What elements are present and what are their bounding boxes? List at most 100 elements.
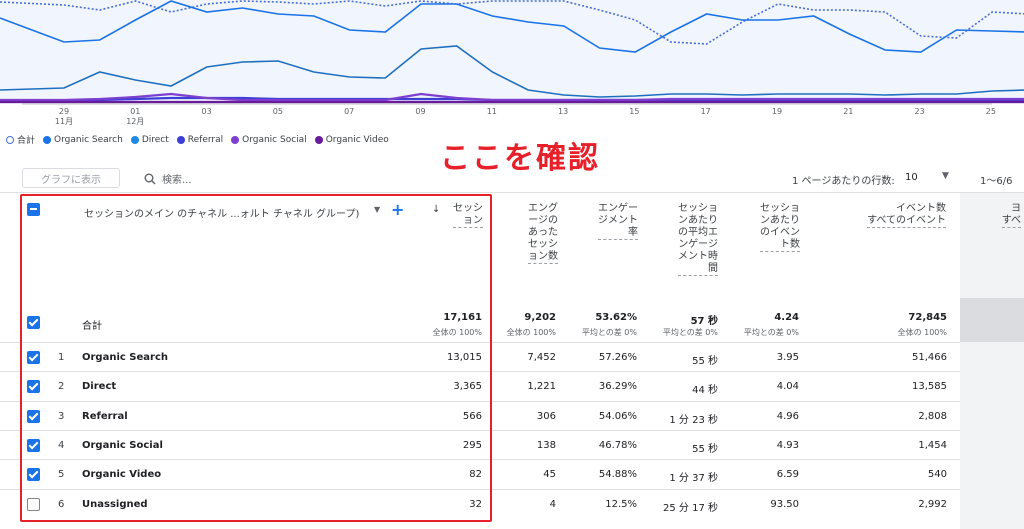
chart-svg: 2911月 0112月 03 05 07 09 11 13 15 17 19 21 23 25: [0, 0, 1024, 126]
table-row[interactable]: 3 Referral 566 306 54.06% 1 分 23 秒 4.96 2,808: [0, 400, 960, 430]
row-rank: 5: [58, 469, 65, 481]
cell-event-count: 2,992: [918, 498, 947, 510]
legend-label: Organic Video: [325, 134, 389, 145]
table-header: セッションのメイン のチャネル ...ォルト チャネル グループ) ▼ + ↓ …: [0, 192, 1024, 298]
search-icon: [144, 173, 156, 184]
legend-item[interactable]: Referral: [176, 133, 224, 146]
legend-dot-icon: [314, 135, 323, 144]
legend-item[interactable]: Organic Social: [231, 133, 307, 146]
header-engagement-rate[interactable]: エンゲー ジメント 率: [580, 203, 638, 240]
cell-events-per-session: 6.59: [776, 469, 799, 481]
x-tick-label: 05: [273, 107, 283, 116]
legend-item[interactable]: Organic Video: [314, 133, 389, 146]
x-tick-label: 21: [843, 107, 853, 116]
cell-avg-engagement-time: 55 秒: [692, 443, 718, 455]
table-row[interactable]: 5 Organic Video 82 45 54.88% 1 分 37 秒 6.59 540: [0, 459, 960, 488]
total-events-per-session: 4.24: [774, 312, 799, 323]
legend-label: Direct: [141, 134, 169, 145]
pagination-label: 1〜6/6: [980, 176, 1013, 187]
cell-event-count: 540: [927, 469, 947, 481]
total-events-per-session-sub: 平均との差 0%: [743, 328, 799, 337]
table-row[interactable]: 2 Direct 3,365 1,221 36.29% 44 秒 4.04 13,585: [0, 371, 960, 400]
x-tick-month-label: 12月: [126, 117, 144, 126]
legend-label: Organic Social: [242, 134, 307, 145]
cell-events-per-session: 4.93: [776, 439, 799, 451]
total-sessions-sub: 全体の 100%: [432, 328, 482, 337]
header-engaged-sessions[interactable]: エング ージの あった セッシ ョン数: [510, 203, 558, 264]
table-toolbar: グラフに表示 検索... 1 ページあたりの行数: 10 ▼ 1〜6/6: [0, 168, 1024, 190]
total-label: 合計: [82, 321, 102, 332]
row-rank: 4: [58, 439, 65, 451]
table-row[interactable]: 6 Unassigned 32 4 12.5% 25 分 17 秒 93.50 2,992: [0, 488, 960, 518]
legend-label: Referral: [187, 134, 224, 145]
row-channel-name[interactable]: Referral: [82, 411, 128, 422]
add-dimension-icon[interactable]: +: [391, 200, 404, 219]
chart-background: [0, 0, 1024, 104]
header-avg-engagement-time[interactable]: セッショ ンあたり の平均エ ンゲージ メント時 間: [660, 203, 718, 276]
rows-per-page-select[interactable]: 10: [905, 172, 918, 183]
header-event-count[interactable]: イベント数 すべてのイベント: [826, 203, 946, 228]
row-checkbox[interactable]: [27, 409, 40, 423]
cell-avg-engagement-time: 1 分 37 秒: [669, 473, 718, 485]
cell-sessions: 13,015: [447, 352, 482, 363]
row-rank: 1: [58, 352, 65, 363]
row-checkbox[interactable]: [27, 380, 40, 394]
row-channel-name[interactable]: Organic Search: [82, 352, 168, 363]
show-in-graph-button[interactable]: グラフに表示: [22, 168, 120, 188]
x-tick-label: 09: [415, 107, 425, 116]
table-row[interactable]: 1 Organic Search 13,015 7,452 57.26% 55 秒 3.95…: [0, 342, 960, 371]
cell-event-count: 2,808: [918, 410, 947, 422]
table-row[interactable]: 4 Organic Social 295 138 46.78% 55 秒 4.93 1,454: [0, 429, 960, 459]
row-channel-name[interactable]: Unassigned: [82, 499, 148, 510]
legend-item[interactable]: Direct: [130, 133, 169, 146]
row-checkbox[interactable]: [27, 438, 40, 452]
search-field[interactable]: 検索...: [144, 171, 192, 186]
row-checkbox[interactable]: [27, 497, 40, 511]
total-row: 合計 17,161 全体の 100% 9,202 全体の 100% 53.62%…: [0, 298, 960, 342]
cell-engaged-sessions: 1,221: [527, 381, 556, 393]
cell-engagement-rate: 46.78%: [598, 439, 637, 451]
row-checkbox[interactable]: [27, 468, 40, 482]
dimension-header[interactable]: セッションのメイン のチャネル ...ォルト チャネル グループ): [84, 205, 359, 220]
select-all-checkbox[interactable]: [27, 203, 40, 216]
total-event-count: 72,845: [908, 312, 947, 323]
legend-item[interactable]: Organic Search: [43, 133, 123, 146]
x-tick-label: 15: [629, 107, 639, 116]
x-tick-label: 13: [558, 107, 568, 116]
legend-dot-icon: [130, 135, 139, 144]
cell-engagement-rate: 12.5%: [605, 498, 637, 510]
row-rank: 3: [58, 410, 65, 422]
header-sessions[interactable]: セッシ ョン: [445, 203, 483, 228]
total-avg-time: 57 秒: [690, 316, 718, 327]
cell-avg-engagement-time: 55 秒: [692, 356, 718, 367]
x-tick-label: 01: [130, 107, 140, 116]
cell-engaged-sessions: 138: [536, 439, 556, 451]
line-chart: 29 11月 01 12月 03 05 07 09 11 13 15 17 19 21 23 25: [0, 0, 1024, 132]
chart-legend: 合計 Organic Search Direct Referral Organic So…: [6, 133, 389, 146]
total-checkbox[interactable]: [27, 316, 40, 329]
row-channel-name[interactable]: Organic Video: [82, 469, 161, 480]
row-channel-name[interactable]: Direct: [82, 381, 116, 392]
sort-arrow-icon[interactable]: ↓: [432, 204, 440, 215]
legend-dot-icon: [43, 135, 52, 144]
x-tick-label: 25: [986, 107, 996, 116]
total-engaged: 9,202: [524, 312, 556, 323]
header-events-per-session[interactable]: セッショ ンあたり のイベン ト数: [740, 203, 800, 252]
cell-events-per-session: 93.50: [770, 498, 799, 510]
legend-dot-icon: [6, 135, 14, 144]
row-checkbox[interactable]: [27, 351, 40, 364]
x-tick-label: 23: [915, 107, 925, 116]
cell-engaged-sessions: 7,452: [527, 352, 556, 363]
total-sessions: 17,161: [443, 312, 482, 323]
cell-engagement-rate: 57.26%: [598, 352, 637, 363]
header-overflow[interactable]: ヨ すべ: [975, 203, 1021, 228]
data-table: セッションのメイン のチャネル ...ォルト チャネル グループ) ▼ + ↓ …: [0, 192, 1024, 529]
legend-item[interactable]: 合計: [6, 133, 35, 146]
caret-down-icon[interactable]: ▼: [374, 205, 380, 214]
cell-engaged-sessions: 45: [543, 469, 556, 481]
row-channel-name[interactable]: Organic Social: [82, 440, 163, 451]
caret-down-icon[interactable]: ▼: [942, 171, 949, 181]
cell-engagement-rate: 54.06%: [598, 410, 637, 422]
cell-engagement-rate: 54.88%: [598, 469, 637, 481]
total-rate-sub: 平均との差 0%: [581, 328, 637, 337]
